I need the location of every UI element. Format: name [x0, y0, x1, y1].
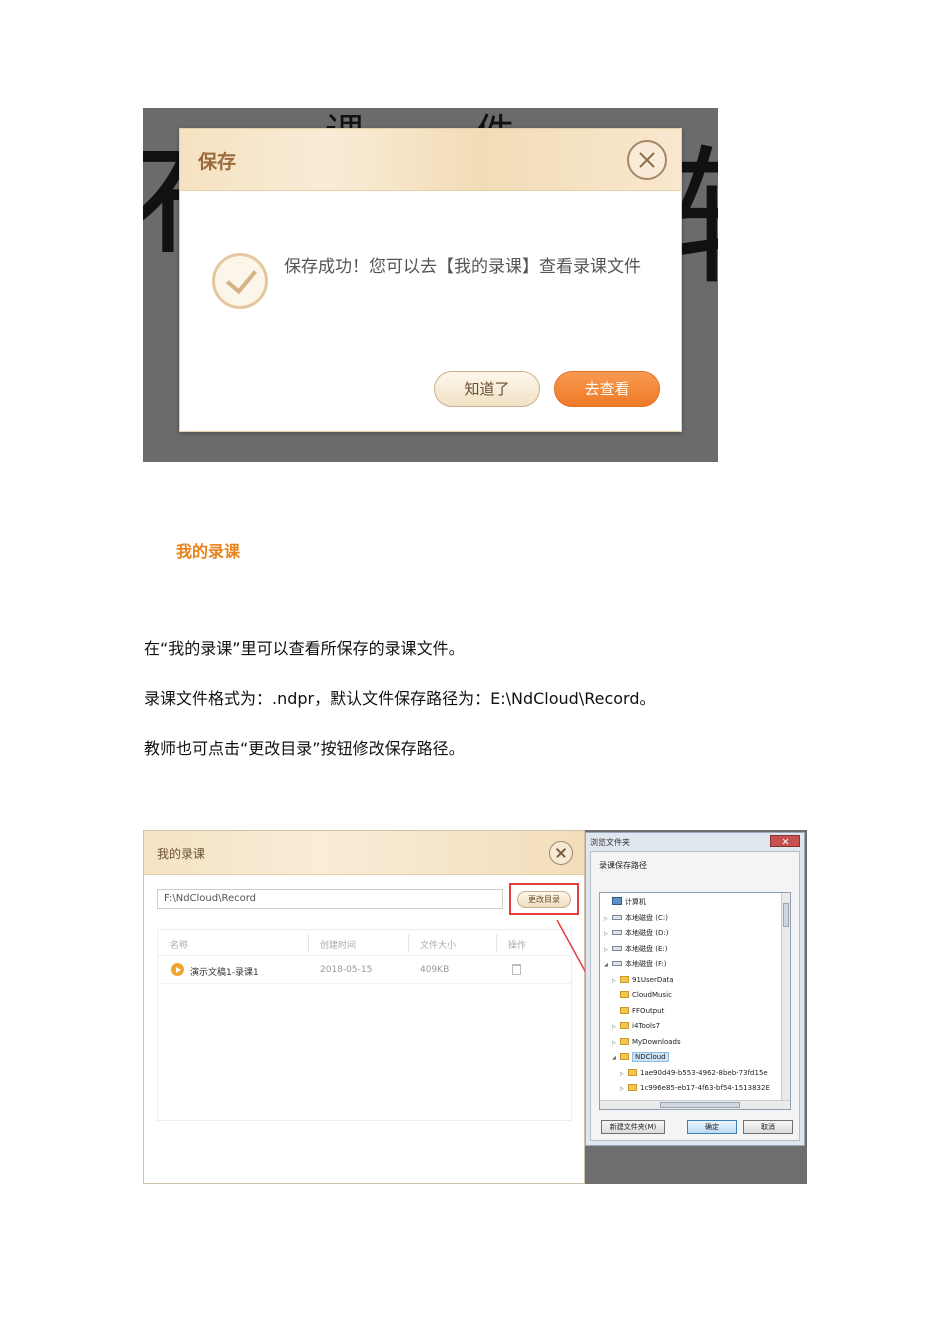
tree-item[interactable]: ◢ 本地磁盘 (F:) — [604, 957, 667, 971]
record-created: 2018-05-15 — [320, 965, 373, 975]
tree-item-label: 本地磁盘 (E:) — [625, 944, 668, 953]
folder-icon — [620, 1037, 629, 1045]
paragraph: 在“我的录课”里可以查看所保存的录课文件。 — [144, 639, 465, 658]
tree-item[interactable]: ▷ 1c996e85-eb17-4f63-bf54-1513832E — [620, 1081, 770, 1095]
change-directory-button[interactable]: 更改目录 — [517, 891, 571, 908]
expand-arrow-icon[interactable]: ◢ — [612, 1051, 620, 1065]
dialog-header: 保存 — [180, 129, 681, 191]
drive-icon — [612, 914, 622, 920]
tree-item-label: 计算机 — [625, 898, 646, 906]
tree-item[interactable]: 计算机 — [604, 895, 646, 909]
drive-icon — [612, 930, 622, 935]
browse-folder-dialog: 浏览文件夹 录课保存路径 ▷ 1c996e85-eb17-4f63-bf54-15… — [585, 832, 805, 1146]
folder-icon — [628, 1084, 637, 1091]
expand-arrow-icon[interactable]: ▷ — [604, 943, 612, 957]
window-header: 我的录课 — [144, 831, 584, 875]
paragraph: 教师也可点击“更改目录”按钮修改保存路径。 — [144, 739, 465, 758]
tree-item[interactable]: FFOutput — [612, 1004, 664, 1018]
folder-icon — [620, 975, 629, 983]
record-size: 409KB — [420, 965, 450, 975]
tree-item-label: 本地磁盘 (C:) — [625, 913, 668, 922]
window-title: 我的录课 — [157, 847, 206, 861]
check-icon — [212, 253, 268, 309]
tree-item[interactable]: ▷ MyDownloads — [612, 1035, 681, 1049]
tree-item-label: CloudMusic — [632, 991, 672, 999]
ok-button[interactable]: 确定 — [687, 1120, 737, 1134]
folder-tree[interactable]: ▷ 1c996e85-eb17-4f63-bf54-1513832E ▷ 1ae90d… — [599, 892, 791, 1110]
records-table: 名称 创建时间 文件大小 操作 演示文稿1-录课1 2018-05-15 409… — [157, 929, 572, 1121]
save-dialog-screenshot: 布 软 课 件 保存 保存成功！您可以去【我的录课】查看录课文件 知道了 去查看 — [143, 108, 718, 462]
folder-icon — [620, 1006, 629, 1014]
trash-icon[interactable] — [512, 964, 521, 975]
scroll-thumb[interactable] — [660, 1102, 740, 1108]
tree-item[interactable]: ▷ 本地磁盘 (E:) — [604, 942, 667, 956]
column-divider — [408, 934, 409, 952]
column-divider — [308, 934, 309, 952]
folder-icon — [620, 991, 629, 998]
tree-item[interactable]: ▷ i4Tools7 — [612, 1019, 660, 1033]
tree-item-label: i4Tools7 — [632, 1022, 661, 1030]
paragraph: 录课文件格式为：.ndpr，默认文件保存路径为：E:\NdCloud\Recor… — [144, 689, 656, 708]
tree-item-label: 1c996e85-eb17-4f63-bf54-1513832E — [640, 1084, 770, 1092]
expand-arrow-icon[interactable]: ◢ — [604, 958, 612, 972]
tree-item[interactable]: CloudMusic — [612, 988, 672, 1002]
tree-item[interactable]: ▷ 本地磁盘 (D:) — [604, 926, 668, 940]
dialog-title: 浏览文件夹 — [590, 838, 630, 847]
column-header: 文件大小 — [420, 941, 457, 951]
expand-arrow-icon[interactable]: ▷ — [604, 912, 612, 926]
column-header: 操作 — [508, 941, 527, 951]
column-divider — [496, 934, 497, 952]
column-header: 名称 — [170, 941, 189, 951]
tree-item-label: FFOutput — [632, 1006, 665, 1015]
play-icon[interactable] — [171, 963, 184, 976]
scroll-thumb[interactable] — [783, 903, 789, 927]
tree-item-label: MyDownloads — [632, 1037, 681, 1046]
tree-item[interactable]: ▷ 本地磁盘 (C:) — [604, 911, 668, 925]
table-row[interactable]: 演示文稿1-录课1 2018-05-15 409KB — [158, 956, 571, 984]
tree-item[interactable]: ▷ 91UserData — [612, 973, 674, 987]
tree-item[interactable]: ▷ 1ae90d49-b553-4962-8beb-73fd15e — [620, 1066, 768, 1080]
dialog-title: 保存 — [198, 151, 237, 173]
drive-icon — [612, 945, 622, 951]
tree-item-label: 1ae90d49-b553-4962-8beb-73fd15e — [640, 1068, 768, 1077]
tree-item-label: 本地磁盘 (F:) — [625, 960, 667, 968]
record-settings-screenshot: 我的录课 F:\NdCloud\Record 更改目录 名称 创建时间 文件大小… — [143, 830, 807, 1184]
highlight-box: 更改目录 — [509, 883, 579, 915]
go-view-button[interactable]: 去查看 — [554, 371, 660, 407]
close-icon[interactable] — [627, 140, 667, 180]
dialog-label: 录课保存路径 — [599, 861, 647, 870]
table-header: 名称 创建时间 文件大小 操作 — [158, 930, 571, 956]
close-icon[interactable] — [549, 841, 573, 865]
folder-icon — [628, 1068, 637, 1076]
pc-icon — [612, 897, 622, 905]
save-path-input[interactable]: F:\NdCloud\Record — [157, 889, 503, 909]
cancel-button[interactable]: 取消 — [743, 1120, 793, 1134]
expand-arrow-icon[interactable]: ▷ — [604, 927, 612, 941]
drive-icon — [612, 961, 622, 966]
expand-arrow-icon[interactable]: ▷ — [612, 1020, 620, 1034]
save-success-dialog: 保存 保存成功！您可以去【我的录课】查看录课文件 知道了 去查看 — [179, 128, 682, 432]
tree-item-label: 91UserData — [632, 975, 674, 984]
know-button[interactable]: 知道了 — [434, 371, 540, 407]
tree-item-label: 本地磁盘 (D:) — [625, 929, 669, 937]
expand-arrow-icon[interactable]: ▷ — [620, 1067, 628, 1081]
tree-item[interactable]: ◢ NDCloud — [612, 1050, 669, 1064]
folder-icon — [620, 1053, 629, 1060]
expand-arrow-icon[interactable]: ▷ — [620, 1082, 628, 1096]
vertical-scrollbar[interactable] — [781, 893, 790, 1109]
new-folder-button[interactable]: 新建文件夹(M) — [601, 1120, 665, 1134]
section-heading: 我的录课 — [176, 542, 241, 561]
close-icon[interactable] — [770, 835, 800, 847]
my-records-window: 我的录课 F:\NdCloud\Record 更改目录 名称 创建时间 文件大小… — [143, 830, 585, 1184]
tree-item-label: NDCloud — [632, 1052, 669, 1062]
expand-arrow-icon[interactable]: ▷ — [612, 974, 620, 988]
column-header: 创建时间 — [320, 941, 357, 951]
folder-icon — [620, 1022, 629, 1029]
record-name: 演示文稿1-录课1 — [190, 968, 259, 978]
dialog-body: 录课保存路径 ▷ 1c996e85-eb17-4f63-bf54-1513832E… — [590, 851, 800, 1141]
expand-arrow-icon[interactable]: ▷ — [612, 1036, 620, 1050]
horizontal-scrollbar[interactable] — [600, 1100, 790, 1109]
dialog-message: 保存成功！您可以去【我的录课】查看录课文件 — [284, 257, 641, 277]
